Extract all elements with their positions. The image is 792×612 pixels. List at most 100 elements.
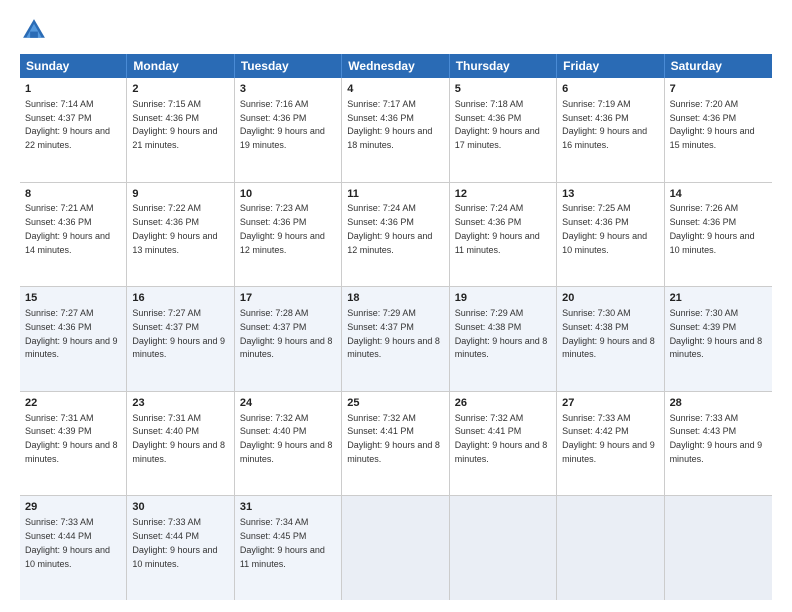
cell-text: Sunrise: 7:14 AMSunset: 4:37 PMDaylight:… <box>25 99 110 150</box>
cell-text: Sunrise: 7:33 AMSunset: 4:44 PMDaylight:… <box>132 517 217 568</box>
calendar-cell: 24Sunrise: 7:32 AMSunset: 4:40 PMDayligh… <box>235 392 342 496</box>
calendar-cell: 13Sunrise: 7:25 AMSunset: 4:36 PMDayligh… <box>557 183 664 287</box>
day-number: 10 <box>240 187 336 202</box>
day-number: 6 <box>562 82 658 97</box>
day-number: 31 <box>240 500 336 515</box>
calendar-cell <box>450 496 557 600</box>
cell-text: Sunrise: 7:17 AMSunset: 4:36 PMDaylight:… <box>347 99 432 150</box>
cell-text: Sunrise: 7:33 AMSunset: 4:44 PMDaylight:… <box>25 517 110 568</box>
calendar-cell: 20 Sunrise: 7:30 AMSunset: 4:38 PMDayligh… <box>557 287 664 391</box>
calendar-cell: 6 Sunrise: 7:19 AMSunset: 4:36 PMDaylight… <box>557 78 664 182</box>
calendar-cell: 31 Sunrise: 7:34 AMSunset: 4:45 PMDayligh… <box>235 496 342 600</box>
calendar-cell: 15 Sunrise: 7:27 AMSunset: 4:36 PMDayligh… <box>20 287 127 391</box>
day-number: 5 <box>455 82 551 97</box>
calendar-row: 15 Sunrise: 7:27 AMSunset: 4:36 PMDayligh… <box>20 287 772 392</box>
calendar-cell: 12Sunrise: 7:24 AMSunset: 4:36 PMDayligh… <box>450 183 557 287</box>
day-number: 28 <box>670 396 767 411</box>
day-number: 2 <box>132 82 228 97</box>
day-number: 4 <box>347 82 443 97</box>
calendar-cell: 7Sunrise: 7:20 AMSunset: 4:36 PMDaylight… <box>665 78 772 182</box>
calendar-body: 1 Sunrise: 7:14 AMSunset: 4:37 PMDaylight… <box>20 78 772 600</box>
calendar-row: 8Sunrise: 7:21 AMSunset: 4:36 PMDaylight… <box>20 183 772 288</box>
day-number: 26 <box>455 396 551 411</box>
cell-text: Sunrise: 7:23 AMSunset: 4:36 PMDaylight:… <box>240 203 325 254</box>
cell-text: Sunrise: 7:15 AMSunset: 4:36 PMDaylight:… <box>132 99 217 150</box>
cell-text: Sunrise: 7:21 AMSunset: 4:36 PMDaylight:… <box>25 203 110 254</box>
day-number: 21 <box>670 291 767 306</box>
weekday-header: Monday <box>127 54 234 78</box>
cell-text: Sunrise: 7:20 AMSunset: 4:36 PMDaylight:… <box>670 99 755 150</box>
calendar-cell: 23 Sunrise: 7:31 AMSunset: 4:40 PMDayligh… <box>127 392 234 496</box>
day-number: 11 <box>347 187 443 202</box>
day-number: 18 <box>347 291 443 306</box>
calendar-cell: 18 Sunrise: 7:29 AMSunset: 4:37 PMDayligh… <box>342 287 449 391</box>
calendar-cell: 4 Sunrise: 7:17 AMSunset: 4:36 PMDaylight… <box>342 78 449 182</box>
calendar-cell: 21 Sunrise: 7:30 AMSunset: 4:39 PMDayligh… <box>665 287 772 391</box>
calendar-cell: 30 Sunrise: 7:33 AMSunset: 4:44 PMDayligh… <box>127 496 234 600</box>
calendar-cell: 22Sunrise: 7:31 AMSunset: 4:39 PMDayligh… <box>20 392 127 496</box>
cell-text: Sunrise: 7:24 AMSunset: 4:36 PMDaylight:… <box>455 203 540 254</box>
calendar-row: 1 Sunrise: 7:14 AMSunset: 4:37 PMDaylight… <box>20 78 772 183</box>
calendar-cell: 3 Sunrise: 7:16 AMSunset: 4:36 PMDaylight… <box>235 78 342 182</box>
cell-text: Sunrise: 7:32 AMSunset: 4:40 PMDaylight:… <box>240 413 333 464</box>
cell-text: Sunrise: 7:30 AMSunset: 4:38 PMDaylight:… <box>562 308 655 359</box>
calendar-row: 29 Sunrise: 7:33 AMSunset: 4:44 PMDayligh… <box>20 496 772 600</box>
day-number: 3 <box>240 82 336 97</box>
cell-text: Sunrise: 7:29 AMSunset: 4:38 PMDaylight:… <box>455 308 548 359</box>
weekday-header: Sunday <box>20 54 127 78</box>
cell-text: Sunrise: 7:32 AMSunset: 4:41 PMDaylight:… <box>455 413 548 464</box>
calendar-cell: 28 Sunrise: 7:33 AMSunset: 4:43 PMDayligh… <box>665 392 772 496</box>
calendar-cell: 29 Sunrise: 7:33 AMSunset: 4:44 PMDayligh… <box>20 496 127 600</box>
calendar-cell: 26 Sunrise: 7:32 AMSunset: 4:41 PMDayligh… <box>450 392 557 496</box>
cell-text: Sunrise: 7:16 AMSunset: 4:36 PMDaylight:… <box>240 99 325 150</box>
cell-text: Sunrise: 7:22 AMSunset: 4:36 PMDaylight:… <box>132 203 217 254</box>
day-number: 16 <box>132 291 228 306</box>
calendar-cell: 11Sunrise: 7:24 AMSunset: 4:36 PMDayligh… <box>342 183 449 287</box>
calendar-cell: 14Sunrise: 7:26 AMSunset: 4:36 PMDayligh… <box>665 183 772 287</box>
day-number: 27 <box>562 396 658 411</box>
cell-text: Sunrise: 7:31 AMSunset: 4:40 PMDaylight:… <box>132 413 225 464</box>
cell-text: Sunrise: 7:32 AMSunset: 4:41 PMDaylight:… <box>347 413 440 464</box>
cell-text: Sunrise: 7:34 AMSunset: 4:45 PMDaylight:… <box>240 517 325 568</box>
cell-text: Sunrise: 7:29 AMSunset: 4:37 PMDaylight:… <box>347 308 440 359</box>
cell-text: Sunrise: 7:31 AMSunset: 4:39 PMDaylight:… <box>25 413 118 464</box>
page: SundayMondayTuesdayWednesdayThursdayFrid… <box>0 0 792 612</box>
day-number: 14 <box>670 187 767 202</box>
day-number: 17 <box>240 291 336 306</box>
cell-text: Sunrise: 7:27 AMSunset: 4:36 PMDaylight:… <box>25 308 118 359</box>
calendar-cell: 9Sunrise: 7:22 AMSunset: 4:36 PMDaylight… <box>127 183 234 287</box>
header <box>20 16 772 44</box>
day-number: 20 <box>562 291 658 306</box>
day-number: 19 <box>455 291 551 306</box>
cell-text: Sunrise: 7:26 AMSunset: 4:36 PMDaylight:… <box>670 203 755 254</box>
cell-text: Sunrise: 7:19 AMSunset: 4:36 PMDaylight:… <box>562 99 647 150</box>
calendar: SundayMondayTuesdayWednesdayThursdayFrid… <box>20 54 772 600</box>
calendar-cell: 5 Sunrise: 7:18 AMSunset: 4:36 PMDaylight… <box>450 78 557 182</box>
cell-text: Sunrise: 7:28 AMSunset: 4:37 PMDaylight:… <box>240 308 333 359</box>
calendar-cell: 16 Sunrise: 7:27 AMSunset: 4:37 PMDayligh… <box>127 287 234 391</box>
weekday-header: Saturday <box>665 54 772 78</box>
calendar-cell <box>665 496 772 600</box>
calendar-cell: 27Sunrise: 7:33 AMSunset: 4:42 PMDayligh… <box>557 392 664 496</box>
calendar-cell <box>557 496 664 600</box>
calendar-cell: 1 Sunrise: 7:14 AMSunset: 4:37 PMDaylight… <box>20 78 127 182</box>
calendar-cell: 19 Sunrise: 7:29 AMSunset: 4:38 PMDayligh… <box>450 287 557 391</box>
day-number: 13 <box>562 187 658 202</box>
cell-text: Sunrise: 7:27 AMSunset: 4:37 PMDaylight:… <box>132 308 225 359</box>
cell-text: Sunrise: 7:30 AMSunset: 4:39 PMDaylight:… <box>670 308 763 359</box>
day-number: 1 <box>25 82 121 97</box>
cell-text: Sunrise: 7:33 AMSunset: 4:43 PMDaylight:… <box>670 413 763 464</box>
day-number: 15 <box>25 291 121 306</box>
calendar-cell: 25 Sunrise: 7:32 AMSunset: 4:41 PMDayligh… <box>342 392 449 496</box>
calendar-cell: 2 Sunrise: 7:15 AMSunset: 4:36 PMDaylight… <box>127 78 234 182</box>
day-number: 30 <box>132 500 228 515</box>
day-number: 12 <box>455 187 551 202</box>
logo-icon <box>20 16 48 44</box>
day-number: 25 <box>347 396 443 411</box>
weekday-header: Tuesday <box>235 54 342 78</box>
day-number: 29 <box>25 500 121 515</box>
day-number: 9 <box>132 187 228 202</box>
day-number: 23 <box>132 396 228 411</box>
cell-text: Sunrise: 7:24 AMSunset: 4:36 PMDaylight:… <box>347 203 432 254</box>
cell-text: Sunrise: 7:18 AMSunset: 4:36 PMDaylight:… <box>455 99 540 150</box>
